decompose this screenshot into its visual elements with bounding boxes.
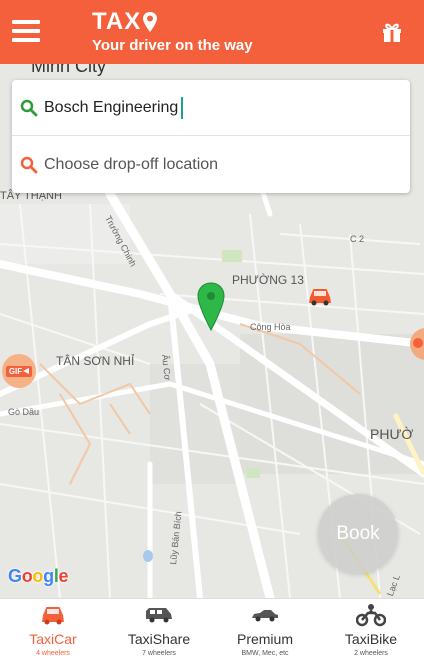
tab-sublabel: 2 wheelers <box>354 650 388 657</box>
tab-label: TaxiCar <box>29 631 77 647</box>
tab-taxicar[interactable]: TaxiCar 4 wheelers <box>0 599 106 662</box>
brand-name: TAX <box>92 8 142 35</box>
location-pin-icon <box>143 12 158 32</box>
dropoff-input[interactable]: Choose drop-off location <box>44 156 218 174</box>
search-icon <box>20 99 38 116</box>
tab-label: Premium <box>236 631 293 647</box>
pickup-field[interactable]: Bosch Engineering <box>12 80 410 136</box>
map-label-city: Minh City <box>31 64 107 76</box>
map-label-phuong-right: PHƯỜ <box>370 426 414 442</box>
map-label-tan-son-nhi: TÂN SƠN NHỈ <box>56 354 135 368</box>
text-cursor <box>181 96 184 119</box>
map-label-go-dau: Gò Dầu <box>8 407 40 417</box>
google-logo: Google <box>8 566 69 586</box>
vehicle-tab-bar: TaxiCar 4 wheelers TaxiShare 7 wheelers <box>0 598 424 662</box>
car-icon <box>42 607 64 625</box>
car-marker-icon[interactable] <box>307 286 333 308</box>
brand-tagline: Your driver on the way <box>92 37 253 54</box>
gif-marker[interactable]: GIF <box>2 354 36 388</box>
tab-sublabel: BMW, Mec, etc <box>241 650 289 657</box>
dropoff-field[interactable]: Choose drop-off location <box>12 137 410 193</box>
tab-label: TaxiShare <box>127 631 191 647</box>
location-pin-icon[interactable] <box>196 282 226 332</box>
pickup-input[interactable]: Bosch Engineering <box>44 99 178 117</box>
search-card: Bosch Engineering Choose drop-off locati… <box>12 80 410 193</box>
book-button[interactable]: Book <box>318 494 398 574</box>
video-icon <box>23 368 30 374</box>
gift-icon[interactable] <box>380 20 404 44</box>
menu-icon[interactable] <box>12 20 40 42</box>
tab-sublabel: 7 wheelers <box>142 650 176 657</box>
tab-taxibike[interactable]: TaxiBike 2 wheelers <box>318 599 424 662</box>
app-screen: TAX Your driver on the way Minh City TÂY… <box>0 0 424 662</box>
tab-taxishare[interactable]: TaxiShare 7 wheelers <box>106 599 212 662</box>
gif-label: GIF <box>8 366 23 376</box>
motorbike-icon <box>356 604 386 627</box>
app-header: TAX Your driver on the way <box>0 0 424 64</box>
map-label-phuong-13: PHƯỜNG 13 <box>232 273 304 287</box>
map-label-cong-hoa: Cộng Hòa <box>250 322 291 332</box>
tab-sublabel: 4 wheelers <box>36 650 70 657</box>
sedan-icon <box>252 610 278 622</box>
brand: TAX Your driver on the way <box>92 9 253 55</box>
tab-label: TaxiBike <box>344 631 398 647</box>
search-icon <box>20 156 38 174</box>
tab-premium[interactable]: Premium BMW, Mec, etc <box>212 599 318 662</box>
van-icon <box>146 608 172 623</box>
map-label-c2: C 2 <box>350 234 365 244</box>
brand-logo: TAX <box>92 9 253 35</box>
